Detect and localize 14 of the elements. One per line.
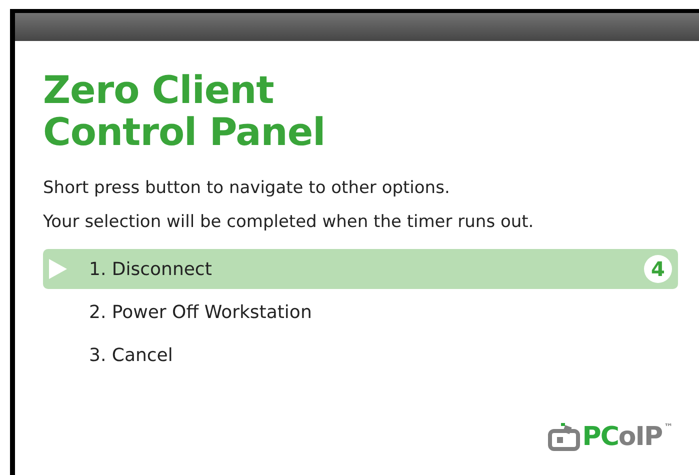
menu-option[interactable]: 3. Cancel xyxy=(43,335,678,375)
menu-option[interactable]: 2. Power Off Workstation xyxy=(43,292,678,332)
panel-title: Zero Client xyxy=(43,69,275,111)
option-label: 3. Cancel xyxy=(89,344,174,368)
option-label: 2. Power Off Workstation xyxy=(89,300,313,324)
logo-icon xyxy=(548,423,582,451)
menu-option[interactable]: 1. Disconnect 4 xyxy=(43,249,678,289)
countdown-badge: 4 xyxy=(644,255,672,283)
logo-text: PCoIP™ xyxy=(582,424,672,450)
play-icon xyxy=(48,258,68,280)
instruction-text: Short press button to navigate to other options. xyxy=(43,177,451,200)
panel-title: Control Panel xyxy=(43,111,326,153)
option-label: 1. Disconnect xyxy=(89,258,213,282)
instruction-text: Your selection will be completed when the timer runs out. xyxy=(43,211,535,234)
